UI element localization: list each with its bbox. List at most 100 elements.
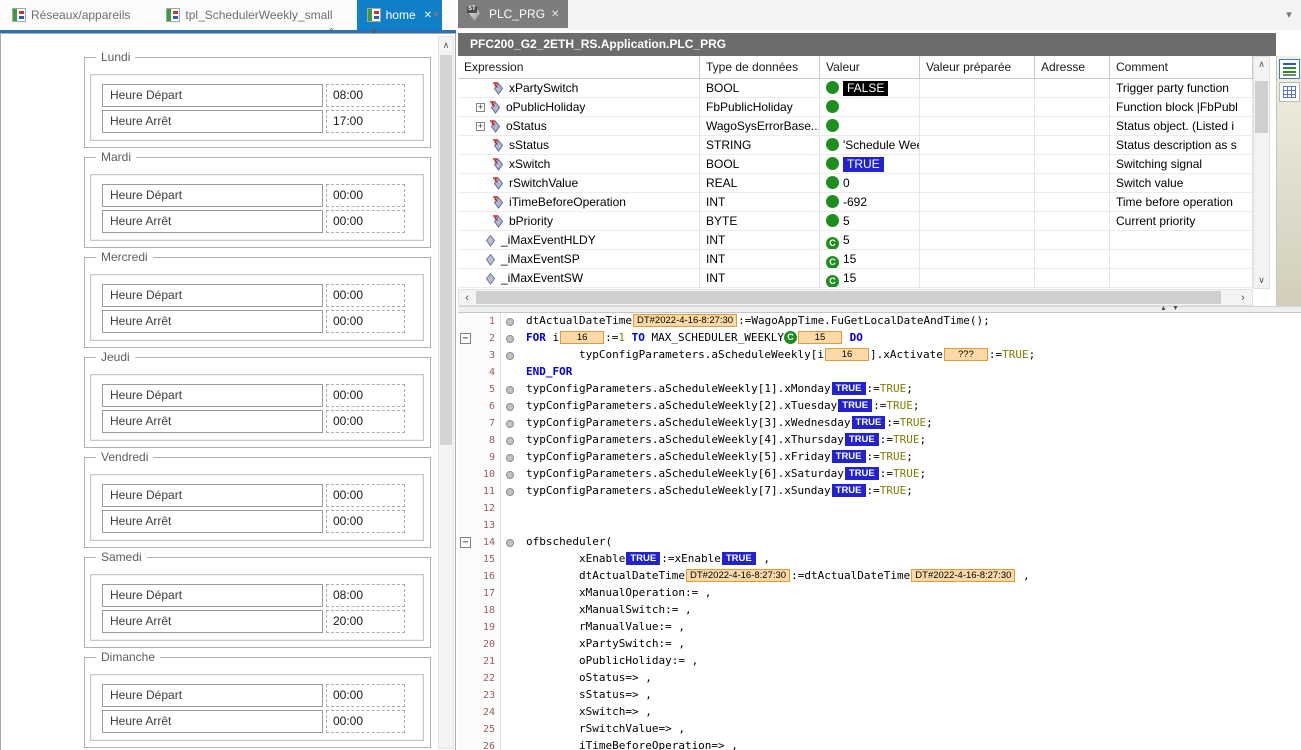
value-cell[interactable]: TRUE (820, 155, 920, 174)
address-cell[interactable] (1035, 250, 1110, 269)
type-cell[interactable]: WagoSysErrorBase.... (700, 117, 820, 136)
watch-row[interactable]: sStatus STRING 'Schedule Weekly' Status … (458, 136, 1253, 155)
value-cell[interactable]: C15 (820, 269, 920, 288)
time-label-field[interactable]: Heure Départ (102, 284, 323, 307)
time-label-field[interactable]: Heure Arrêt (102, 410, 323, 433)
monitor-bool-box[interactable]: TRUE (832, 450, 866, 463)
time-label-field[interactable]: Heure Départ (102, 384, 323, 407)
fold-margin[interactable] (458, 364, 473, 381)
code-text[interactable]: END_FOR (518, 364, 572, 381)
code-line[interactable]: 26 iTimeBeforeOperation=> , (458, 738, 1301, 750)
code-line[interactable]: 9 typConfigParameters.aScheduleWeekly[5]… (458, 449, 1301, 466)
time-value-field[interactable]: 00:00 (326, 310, 405, 333)
time-value-field[interactable]: 00:00 (326, 384, 405, 407)
time-value-field[interactable]: 00:00 (326, 210, 405, 233)
value-cell[interactable]: 5 (820, 212, 920, 231)
time-value-field[interactable]: 00:00 (326, 284, 405, 307)
watch-row[interactable]: xPartySwitch BOOL FALSE Trigger party fu… (458, 79, 1253, 98)
address-cell[interactable] (1035, 231, 1110, 250)
code-line[interactable]: 21 oPublicHoliday:= , (458, 653, 1301, 670)
fold-margin[interactable]: − (458, 534, 473, 551)
visu-vertical-scrollbar[interactable]: ∧ (438, 36, 454, 749)
code-line[interactable]: 12 (458, 500, 1301, 517)
value-cell[interactable]: -692 (820, 193, 920, 212)
code-line[interactable]: 24 xSwitch=> , (458, 704, 1301, 721)
fold-margin[interactable] (458, 636, 473, 653)
code-line[interactable]: 17 xManualOperation:= , (458, 585, 1301, 602)
prepared-value-cell[interactable] (920, 136, 1035, 155)
scroll-down-icon[interactable]: ∨ (1254, 273, 1269, 288)
time-value-field[interactable]: 00:00 (326, 684, 405, 707)
expression-cell[interactable]: _iMaxEventHLDY (458, 231, 700, 250)
expression-cell[interactable]: _iMaxEventSW (458, 269, 700, 288)
code-line[interactable]: 23 sStatus=> , (458, 687, 1301, 704)
time-label-field[interactable]: Heure Arrêt (102, 310, 323, 333)
expression-cell[interactable]: + oPublicHoliday (458, 98, 700, 117)
code-line[interactable]: − 2 FOR i16:=1 TO MAX_SCHEDULER_WEEKLYC1… (458, 330, 1301, 347)
code-line[interactable]: 7 typConfigParameters.aScheduleWeekly[3]… (458, 415, 1301, 432)
comment-cell[interactable]: Time before operation (1110, 193, 1253, 212)
watch-column-header[interactable]: Valeur préparée (920, 56, 1035, 79)
comment-cell[interactable]: Current priority (1110, 212, 1253, 231)
time-value-field[interactable]: 00:00 (326, 484, 405, 507)
time-label-field[interactable]: Heure Départ (102, 584, 323, 607)
address-cell[interactable] (1035, 136, 1110, 155)
fold-margin[interactable] (458, 500, 473, 517)
watch-row[interactable]: bPriority BYTE 5 Current priority (458, 212, 1253, 231)
expression-cell[interactable]: + oStatus (458, 117, 700, 136)
value-cell[interactable]: C15 (820, 250, 920, 269)
st-code-editor[interactable]: 1 dtActualDateTimeDT#2022-4-16-8:27:30:=… (458, 313, 1301, 750)
code-text[interactable]: typConfigParameters.aScheduleWeekly[4].x… (518, 432, 926, 449)
watch-column-header[interactable]: Adresse (1035, 56, 1110, 79)
watch-column-header[interactable]: Comment (1110, 56, 1253, 79)
code-line[interactable]: 22 oStatus=> , (458, 670, 1301, 687)
time-label-field[interactable]: Heure Arrêt (102, 110, 323, 133)
address-cell[interactable] (1035, 193, 1110, 212)
watch-row[interactable]: + oPublicHoliday FbPublicHoliday Functio… (458, 98, 1253, 117)
type-cell[interactable]: STRING (700, 136, 820, 155)
fold-margin[interactable] (458, 721, 473, 738)
watch-row[interactable]: + oStatus WagoSysErrorBase.... Status ob… (458, 117, 1253, 136)
tab-overflow-dropdown-icon[interactable]: ▾ (1281, 8, 1297, 21)
type-cell[interactable]: INT (700, 231, 820, 250)
watch-horizontal-scrollbar[interactable]: ‹ › (458, 289, 1253, 306)
code-line[interactable]: 15 xEnableTRUE:=xEnableTRUE , (458, 551, 1301, 568)
code-text[interactable]: xSwitch=> , (518, 704, 652, 721)
code-text[interactable]: dtActualDateTimeDT#2022-4-16-8:27:30:=Wa… (518, 313, 990, 330)
fold-margin[interactable] (458, 432, 473, 449)
monitor-bool-box[interactable]: TRUE (838, 399, 872, 412)
code-text[interactable] (518, 500, 526, 517)
tab-overflow-dropdown-icon[interactable]: ▾ (428, 8, 444, 21)
code-line[interactable]: 18 xManualSwitch:= , (458, 602, 1301, 619)
fold-margin[interactable] (458, 619, 473, 636)
watch-row[interactable]: _iMaxEventHLDY INT C5 (458, 231, 1253, 250)
fold-margin[interactable] (458, 704, 473, 721)
code-text[interactable]: oStatus=> , (518, 670, 652, 687)
fold-margin[interactable] (458, 517, 473, 534)
monitor-value-box[interactable]: 16 (825, 348, 869, 361)
time-label-field[interactable]: Heure Arrêt (102, 510, 323, 533)
expression-cell[interactable]: xPartySwitch (458, 79, 700, 98)
monitor-bool-box[interactable]: TRUE (722, 552, 756, 565)
scrollbar-thumb[interactable] (1255, 81, 1268, 133)
code-text[interactable]: typConfigParameters.aScheduleWeekly[6].x… (518, 466, 926, 483)
time-label-field[interactable]: Heure Arrêt (102, 610, 323, 633)
value-cell[interactable]: 'Schedule Weekly' (820, 136, 920, 155)
prepared-value-cell[interactable] (920, 117, 1035, 136)
fold-margin[interactable] (458, 585, 473, 602)
monitor-value-box[interactable]: DT#2022-4-16-8:27:30 (633, 314, 737, 327)
monitor-bool-box[interactable]: TRUE (832, 382, 866, 395)
value-cell[interactable] (820, 117, 920, 136)
code-text[interactable]: typConfigParameters.aScheduleWeekly[2].x… (518, 398, 920, 415)
horizontal-splitter[interactable]: ▲ ▼ (458, 306, 1301, 313)
expand-icon[interactable]: + (476, 122, 485, 131)
type-cell[interactable]: REAL (700, 174, 820, 193)
code-text[interactable]: xManualSwitch:= , (518, 602, 692, 619)
code-line[interactable]: 4 END_FOR (458, 364, 1301, 381)
fold-margin[interactable] (458, 568, 473, 585)
code-line[interactable]: 6 typConfigParameters.aScheduleWeekly[2]… (458, 398, 1301, 415)
fold-margin[interactable] (458, 381, 473, 398)
monitor-bool-box[interactable]: TRUE (845, 467, 879, 480)
prepared-value-cell[interactable] (920, 79, 1035, 98)
time-value-field[interactable]: 20:00 (326, 610, 405, 633)
